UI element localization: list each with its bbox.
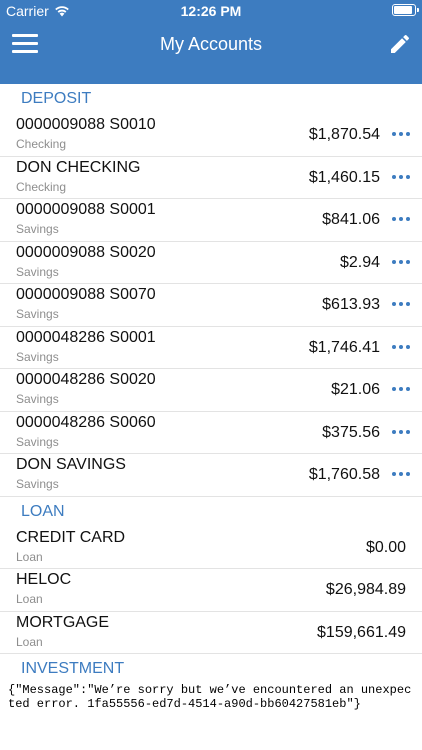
account-row[interactable]: DON CHECKING Checking $1,460.15	[0, 156, 422, 199]
account-balance: $613.93	[322, 296, 380, 313]
account-type: Savings	[16, 264, 59, 279]
status-time: 12:26 PM	[180, 3, 242, 19]
more-options-icon[interactable]	[392, 387, 410, 393]
more-options-icon[interactable]	[392, 302, 410, 308]
more-options-icon[interactable]	[392, 174, 410, 181]
section-header-deposit: DEPOSIT	[0, 84, 422, 114]
more-options-icon[interactable]	[392, 259, 410, 266]
account-type: Checking	[16, 137, 67, 151]
account-balance: $375.56	[322, 423, 380, 441]
account-row[interactable]: HELOC Loan $26,984.89	[0, 569, 422, 612]
account-type: Savings	[16, 392, 59, 406]
more-options-icon[interactable]	[392, 472, 410, 478]
status-bar: Carrier 12:26 PM	[0, 0, 422, 22]
account-name: 0000048286 S0020	[16, 371, 156, 388]
account-balance: $1,760.58	[308, 466, 380, 483]
battery-icon	[392, 4, 419, 16]
account-balance: $21.06	[331, 381, 380, 398]
account-balance: $26,984.89	[325, 581, 406, 598]
account-row[interactable]: 0000009088 S0020 Savings $2.94	[0, 241, 422, 284]
account-row[interactable]: 0000009088 S0010 Checking $1,870.54	[0, 114, 422, 157]
section-header-investment: INVESTMENT	[0, 654, 422, 684]
more-options-icon[interactable]	[392, 132, 410, 138]
account-balance: $841.06	[322, 211, 380, 228]
account-row[interactable]: 0000048286 S0060 Savings $375.56	[0, 411, 422, 454]
account-row[interactable]: 0000048286 S0020 Savings $21.06	[0, 369, 422, 412]
battery-fill	[394, 6, 413, 14]
nav-bar: My Accounts	[0, 22, 422, 84]
account-name: DON SAVINGS	[16, 456, 126, 473]
more-options-icon[interactable]	[392, 429, 410, 436]
account-type: Loan	[16, 634, 43, 649]
account-name: 0000009088 S0070	[16, 286, 156, 303]
account-balance: $159,661.49	[317, 623, 406, 641]
account-balance: $1,460.15	[308, 168, 380, 186]
account-name: 0000009088 S0010	[16, 116, 156, 133]
account-name: 0000048286 S0001	[16, 328, 156, 346]
account-type: Loan	[16, 592, 43, 606]
page-title: My Accounts	[159, 34, 263, 54]
account-name: MORTGAGE	[16, 613, 110, 631]
account-type: Savings	[16, 477, 59, 491]
app-header: Carrier 12:26 PM My Accounts	[0, 0, 422, 84]
account-balance: $0.00	[365, 538, 406, 556]
account-row[interactable]: MORTGAGE Loan $159,661.49	[0, 611, 422, 654]
error-message: {"Message":"We’re sorry but we’ve encoun…	[8, 683, 412, 711]
account-row[interactable]: 0000009088 S0001 Savings $841.06	[0, 199, 422, 242]
account-balance: $2.94	[339, 253, 380, 271]
account-type: Savings	[16, 434, 59, 449]
account-row[interactable]: DON SAVINGS Savings $1,760.58	[0, 454, 422, 497]
account-type: Loan	[16, 549, 43, 564]
account-name: HELOC	[16, 571, 72, 588]
account-type: Savings	[16, 307, 59, 321]
account-balance: $1,870.54	[308, 126, 380, 143]
account-row[interactable]: 0000048286 S0001 Savings $1,746.41	[0, 326, 422, 369]
account-name: 0000009088 S0020	[16, 243, 156, 261]
account-balance: $1,746.41	[308, 338, 380, 356]
status-right	[392, 4, 419, 16]
account-row[interactable]: 0000009088 S0070 Savings $613.93	[0, 284, 422, 327]
account-type: Savings	[16, 349, 59, 364]
more-options-icon[interactable]	[392, 344, 410, 351]
account-type: Checking	[16, 179, 67, 194]
account-row[interactable]: CREDIT CARD Loan $0.00	[0, 526, 422, 569]
account-name: DON CHECKING	[16, 158, 141, 176]
account-name: CREDIT CARD	[16, 528, 126, 546]
accounts-list: DEPOSIT 0000009088 S0010 Checking $1,870.54…	[0, 84, 422, 684]
account-type: Savings	[16, 222, 59, 236]
account-name: 0000009088 S0001	[16, 201, 156, 218]
section-header-loan: LOAN	[0, 496, 422, 527]
pencil-icon[interactable]	[388, 32, 412, 56]
more-options-icon[interactable]	[392, 217, 410, 223]
account-name: 0000048286 S0060	[16, 413, 156, 431]
